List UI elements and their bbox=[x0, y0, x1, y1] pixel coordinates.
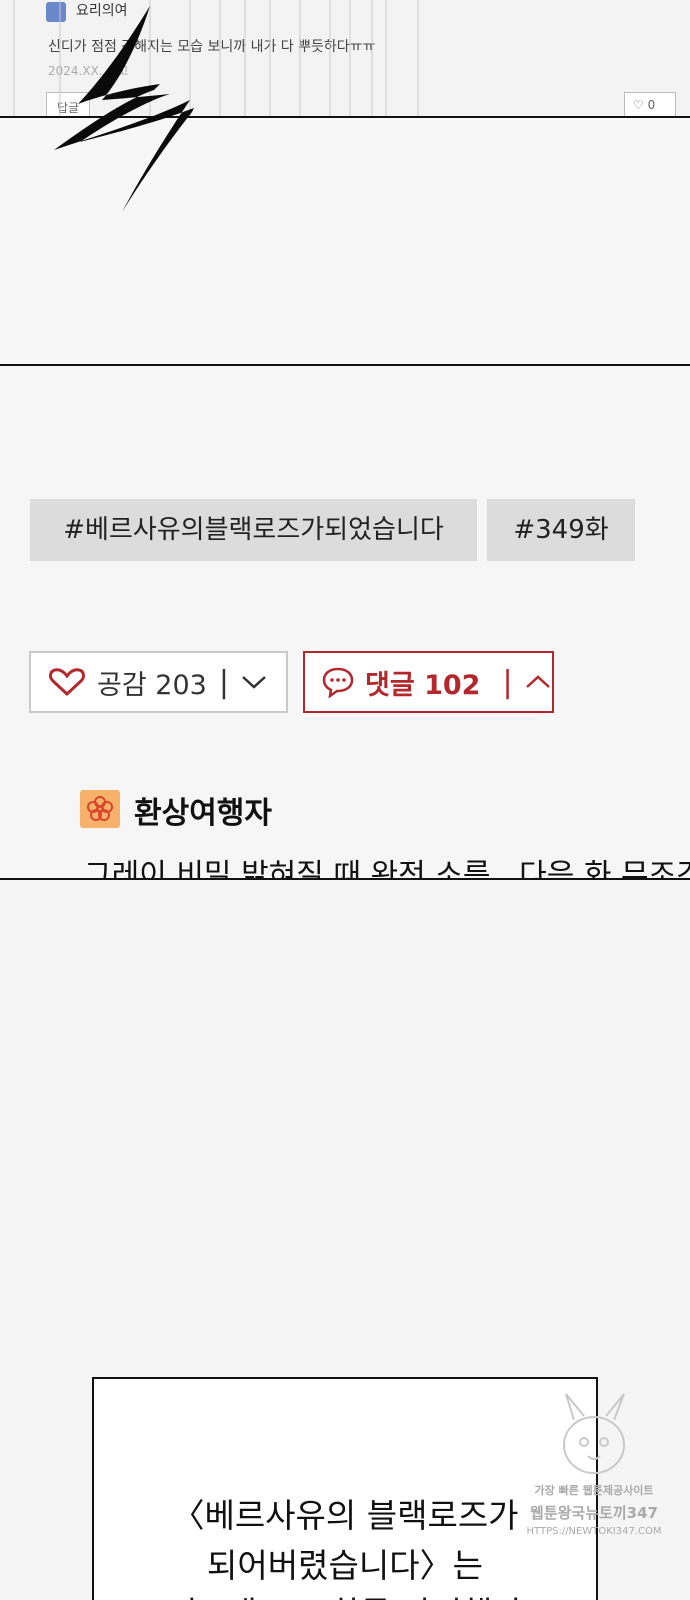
divider: | bbox=[502, 664, 513, 700]
watermark-line-3: HTTPS://NEWTOKI347.COM bbox=[526, 1526, 662, 1537]
comment-label: 댓글 102 bbox=[365, 669, 481, 701]
watermark: 가장 빠른 웹툰제공사이트 웹툰왕국뉴토끼347 HTTPS://NEWTOKI… bbox=[524, 1390, 664, 1580]
comment-body: 그레이 비밀 밝혀질 때 완전 소름.. 다음 화 무조건 bbox=[84, 858, 690, 880]
mascot-icon bbox=[563, 1393, 625, 1474]
tag-series[interactable]: #베르사유의블랙로즈가되었습니다 bbox=[30, 499, 477, 561]
commenter-avatar bbox=[80, 790, 120, 828]
heart-icon bbox=[49, 668, 85, 697]
like-label: 공감 203 bbox=[97, 669, 207, 701]
commenter-name: 환상여행자 bbox=[134, 796, 272, 831]
tag-episode[interactable]: #349화 bbox=[487, 499, 635, 561]
comment-section-panel: #베르사유의블랙로즈가되었습니다 #349화 공감 203 | 댓글 102 |… bbox=[0, 366, 690, 880]
comment-button[interactable]: 댓글 102 | bbox=[303, 651, 554, 713]
notice-box: 〈베르사유의 블랙로즈가 되어버렸습니다〉는 이L 새 349화를 마이했다 bbox=[92, 1377, 598, 1600]
notice-line-3: 이L 새 349화를 마이했다 bbox=[94, 1587, 596, 1600]
notice-line-2: 되어버렸습니다〉는 bbox=[207, 1546, 483, 1585]
speech-bubble-icon bbox=[322, 667, 354, 698]
like-button[interactable]: 공감 203 | bbox=[29, 651, 288, 713]
notice-line-1: 〈베르사유의 블랙로즈가 bbox=[171, 1496, 519, 1535]
brush-stroke-graphic bbox=[54, 6, 194, 212]
watermark-line-2: 웹툰왕국뉴토끼347 bbox=[530, 1504, 658, 1522]
divider: | bbox=[218, 664, 229, 700]
flower-icon bbox=[87, 796, 113, 821]
chevron-up-icon bbox=[525, 675, 550, 688]
notice-panel: 〈베르사유의 블랙로즈가 되어버렸습니다〉는 이L 새 349화를 마이했다 가… bbox=[0, 880, 690, 1600]
chevron-down-icon bbox=[242, 676, 266, 689]
watermark-line-1: 가장 빠른 웹툰제공사이트 bbox=[534, 1484, 654, 1497]
